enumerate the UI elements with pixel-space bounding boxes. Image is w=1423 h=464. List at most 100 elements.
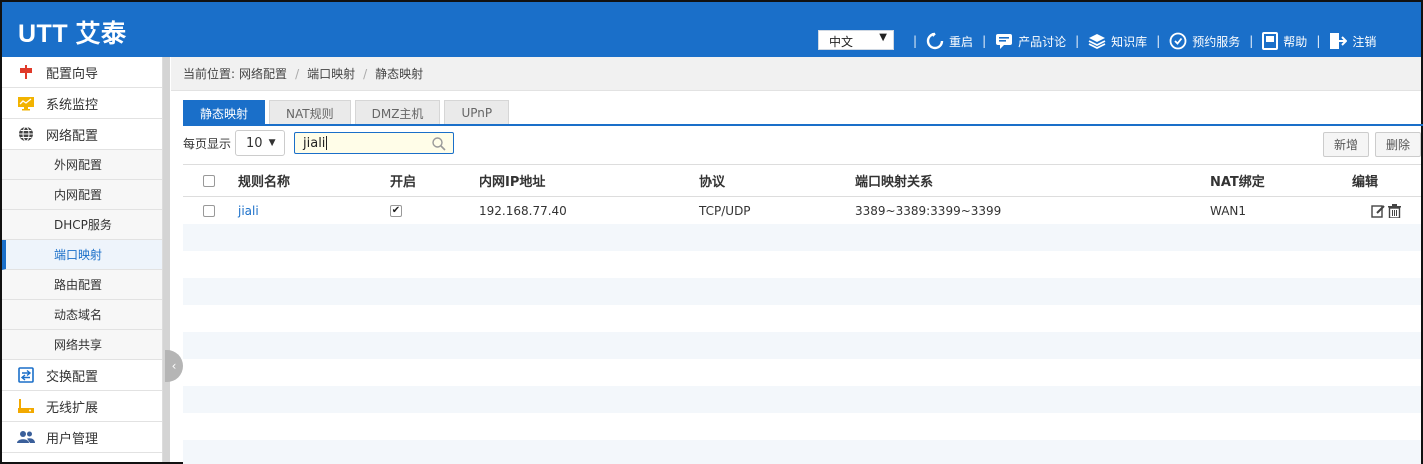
logo: UTT 艾泰 [18,20,127,48]
sidebar-item-label: 无线扩展 [46,400,99,416]
sidebar-subitem-network-share[interactable]: 网络共享 [2,330,162,360]
sidebar-item-system-monitor[interactable]: 系统监控 [2,88,162,119]
tab-nat-rules[interactable]: NAT规则 [269,100,351,125]
column-header-enabled[interactable]: 开启 [390,165,416,196]
logout-icon [1330,33,1348,49]
column-header-mapping[interactable]: 端口映射关系 [855,165,933,196]
restart-button[interactable]: 重启 [926,32,973,50]
sidebar-subitem-dhcp[interactable]: DHCP服务 [2,210,162,240]
column-header-ip[interactable]: 内网IP地址 [479,165,545,196]
help-label: 帮助 [1283,34,1308,49]
rule-name-link[interactable]: jiali [238,197,259,224]
select-all-checkbox[interactable] [203,165,215,196]
add-button[interactable]: 新增 [1323,132,1369,157]
book-service-label: 预约服务 [1192,34,1241,49]
breadcrumb-item[interactable]: 端口映射 [307,65,355,82]
sidebar-item-wireless-ext[interactable]: 无线扩展 [2,391,162,422]
sidebar-item-label: 用户管理 [46,431,99,447]
product-discussion-button[interactable]: 产品讨论 [995,33,1066,50]
text-cursor [326,136,328,150]
tab-dmz-host[interactable]: DMZ主机 [354,100,441,125]
sidebar-item-config-wizard[interactable]: 配置向导 [2,57,162,88]
empty-row [183,440,1421,464]
empty-row [183,305,1421,332]
sidebar-item-label: 配置向导 [46,66,99,82]
mapping-cell: 3389~3389:3399~3399 [855,203,1002,218]
edit-icon[interactable] [1371,197,1385,224]
table-row: jiali ✔ 192.168.77.40 TCP/UDP 3389~3389:… [183,197,1421,224]
monitor-icon [16,95,36,111]
check-icon: ✔ [390,204,402,217]
caret-down-icon: ▼ [268,138,276,148]
sidebar-item-user-management[interactable]: 用户管理 [2,422,162,453]
table-header: 规则名称 开启 内网IP地址 协议 端口映射关系 NAT绑定 编辑 [183,164,1421,197]
product-discussion-label: 产品讨论 [1018,34,1067,49]
logout-label: 注销 [1352,34,1377,49]
column-header-edit: 编辑 [1352,175,1379,190]
breadcrumb-item[interactable]: 网络配置 [239,65,287,82]
help-button[interactable]: 帮助 [1262,32,1307,50]
top-header: UTT 艾泰 中文 ▼ | 重启 | 产品讨论 | 知识库 | 预约服务 | 帮… [2,2,1421,57]
empty-row [183,224,1421,251]
sidebar-collapse-button[interactable]: ‹ [165,350,183,382]
sidebar-subitem-wan[interactable]: 外网配置 [2,150,162,180]
breadcrumb-item: 静态映射 [375,67,424,81]
column-header-protocol[interactable]: 协议 [699,165,725,196]
page-size-label: 每页显示 [183,136,232,151]
restart-label: 重启 [949,34,974,49]
dropdown-arrow-icon: ▼ [879,32,887,43]
sidebar-item-label: 交换配置 [46,369,99,385]
nat-cell: WAN1 [1210,203,1247,218]
sidebar-item-switch-config[interactable]: 交换配置 [2,360,162,391]
row-checkbox[interactable] [203,197,215,224]
search-value: jiali [303,135,326,151]
search-icon[interactable] [432,137,446,151]
sidebar-scrollbar[interactable] [163,57,170,462]
knowledge-base-button[interactable]: 知识库 [1088,33,1147,50]
protocol-cell: TCP/UDP [699,203,751,218]
service-icon [1169,32,1187,50]
page-size-select[interactable]: 10 ▼ [235,130,286,156]
tab-upnp[interactable]: UPnP [444,100,510,125]
ip-cell: 192.168.77.40 [479,203,567,218]
sidebar-subitem-port-mapping[interactable]: 端口映射 [2,240,162,270]
empty-row [183,278,1421,305]
sidebar-subitem-routing[interactable]: 路由配置 [2,270,162,300]
delete-button[interactable]: 删除 [1375,132,1421,157]
flag-icon [16,64,36,80]
restart-icon [926,32,944,50]
language-select[interactable]: 中文 ▼ [818,30,894,50]
tab-static-mapping[interactable]: 静态映射 [183,100,266,125]
sidebar-item-network-config[interactable]: 网络配置 [2,119,162,150]
top-nav: | 重启 | 产品讨论 | 知识库 | 预约服务 | 帮助 | 注销 [913,32,1377,50]
language-value: 中文 [829,35,854,49]
port-mapping-table: 规则名称 开启 内网IP地址 协议 端口映射关系 NAT绑定 编辑 jiali … [183,164,1421,464]
trash-icon[interactable] [1388,197,1401,224]
logout-button[interactable]: 注销 [1329,32,1376,50]
empty-row [183,359,1421,386]
breadcrumb: 当前位置: 网络配置 / 端口映射 / 静态映射 [171,57,1421,91]
tab-bar: 静态映射 NAT规则 DMZ主机 UPnP [183,100,513,125]
knowledge-base-label: 知识库 [1111,34,1148,49]
users-icon [16,429,36,445]
sidebar-item-label: 网络配置 [46,128,99,144]
empty-row [183,251,1421,278]
book-service-button[interactable]: 预约服务 [1169,32,1240,50]
switch-icon [16,367,36,383]
empty-row [183,386,1421,413]
column-header-nat[interactable]: NAT绑定 [1210,165,1265,196]
column-header-name[interactable]: 规则名称 [238,165,290,196]
enabled-checkbox[interactable]: ✔ [390,197,402,224]
sidebar: 配置向导 系统监控 网络配置 外网配置 内网配置 DHCP服务 端口映射 路由配… [2,57,163,462]
table-toolbar: 每页显示 10 ▼ jiali [183,130,454,156]
sidebar-subitem-ddns[interactable]: 动态域名 [2,300,162,330]
breadcrumb-prefix: 当前位置: [183,67,236,81]
router-icon [16,398,36,414]
empty-row [183,332,1421,359]
chat-icon [996,34,1013,49]
chevron-left-icon: ‹ [171,359,177,373]
search-input[interactable]: jiali [294,132,454,154]
sidebar-subitem-lan[interactable]: 内网配置 [2,180,162,210]
book-icon [1262,32,1279,50]
tab-underline [183,124,1423,126]
